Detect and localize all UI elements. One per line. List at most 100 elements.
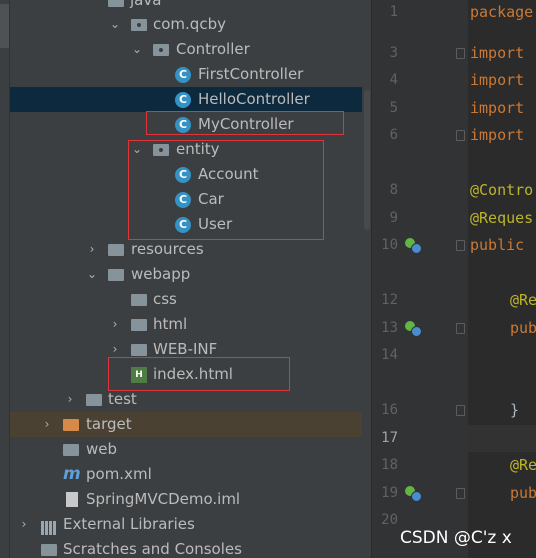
fold-marker-icon[interactable] <box>456 405 465 416</box>
folder-icon <box>131 344 147 356</box>
tree-row-package[interactable]: ⌄ com.qcby <box>10 12 371 37</box>
code-line: import <box>470 71 525 89</box>
module-file-icon <box>66 492 78 507</box>
watermark: CSDN @C'z x <box>400 528 512 548</box>
line-number: 9 <box>389 210 398 226</box>
tree-label: web <box>86 440 118 458</box>
library-icon <box>41 518 57 535</box>
annotation-box-mycontroller <box>146 111 344 135</box>
fold-marker-icon[interactable] <box>456 130 465 141</box>
line-number: 14 <box>381 347 398 363</box>
scratches-icon <box>41 544 57 556</box>
folder-icon <box>108 0 124 7</box>
tree-label: External Libraries <box>63 515 195 533</box>
tree-label: css <box>153 290 177 308</box>
tree-row-scratches[interactable]: Scratches and Consoles <box>10 537 371 558</box>
bean-gutter-icon[interactable] <box>405 485 422 502</box>
chevron-right-icon[interactable]: › <box>109 312 121 337</box>
annotation-box-index-html <box>108 357 290 391</box>
scrollbar-thumb[interactable] <box>364 90 370 230</box>
chevron-right-icon[interactable]: › <box>86 237 98 262</box>
line-number: 19 <box>381 485 398 501</box>
folder-icon <box>108 269 124 281</box>
tree-label: html <box>153 315 188 333</box>
folder-icon <box>63 444 79 456</box>
line-number: 8 <box>389 182 398 198</box>
line-number: 18 <box>381 457 398 473</box>
project-tab[interactable] <box>0 4 9 48</box>
tree-label: HelloController <box>198 90 310 108</box>
code-line: import <box>470 99 525 117</box>
tree-row-controller-folder[interactable]: ⌄ Controller <box>10 37 371 62</box>
tree-row-web[interactable]: web <box>10 437 371 462</box>
folder-icon <box>131 294 147 306</box>
tree-label: pom.xml <box>86 465 152 483</box>
project-tree: ⌄ java ⌄ com.qcby ⌄ Controller C FirstCo… <box>10 0 371 558</box>
tree-row-webapp[interactable]: ⌄ webapp <box>10 262 371 287</box>
tree-label: resources <box>131 240 204 258</box>
tree-label: SpringMVCDemo.iml <box>86 490 241 508</box>
code-line: @Reques <box>470 209 534 227</box>
tree-row-resources[interactable]: › resources <box>10 237 371 262</box>
package-icon <box>131 19 147 31</box>
code-line: package <box>470 3 534 21</box>
annotation-box-entity <box>128 140 324 240</box>
bean-gutter-icon[interactable] <box>405 320 422 337</box>
chevron-down-icon[interactable]: ⌄ <box>131 37 143 62</box>
folder-icon <box>86 394 102 406</box>
code-line: import <box>470 44 525 62</box>
resources-folder-icon <box>108 244 124 256</box>
tree-label: com.qcby <box>153 15 226 33</box>
class-icon: C <box>175 92 191 108</box>
code-line: pub <box>510 319 536 337</box>
code-line: } <box>510 401 520 419</box>
line-number: 13 <box>381 320 398 336</box>
excluded-folder-icon <box>63 419 79 431</box>
tree-row-first-controller[interactable]: C FirstController <box>10 62 371 87</box>
chevron-right-icon[interactable]: › <box>64 387 76 412</box>
fold-marker-icon[interactable] <box>456 240 465 251</box>
tool-window-strip <box>0 0 10 558</box>
fold-marker-icon[interactable] <box>456 323 465 334</box>
tree-label: Controller <box>176 40 250 58</box>
tree-row-iml[interactable]: SpringMVCDemo.iml <box>10 487 371 512</box>
code-line: @Re <box>510 456 536 474</box>
chevron-down-icon[interactable]: ⌄ <box>109 12 121 37</box>
chevron-right-icon[interactable]: › <box>18 512 30 537</box>
line-number: 1 <box>389 4 398 20</box>
line-number: 10 <box>381 237 398 253</box>
fold-marker-icon[interactable] <box>456 48 465 59</box>
tree-row-hello-controller[interactable]: C HelloController <box>10 87 371 112</box>
code-line: import <box>470 126 525 144</box>
line-number: 5 <box>389 100 398 116</box>
code-line: public <box>470 236 525 254</box>
tree-row-pom[interactable]: m pom.xml <box>10 462 371 487</box>
line-number-current: 17 <box>381 430 398 446</box>
package-icon <box>153 44 169 56</box>
line-number: 4 <box>389 72 398 88</box>
bean-gutter-icon[interactable] <box>405 237 422 254</box>
tree-label: target <box>86 415 132 433</box>
tree-label: FirstController <box>198 65 304 83</box>
code-line: @Contro <box>470 181 534 199</box>
folder-icon <box>131 319 147 331</box>
line-number: 20 <box>381 512 398 528</box>
tree-row-html[interactable]: › html <box>10 312 371 337</box>
tree-label: webapp <box>131 265 191 283</box>
current-line-highlight <box>468 425 536 452</box>
class-icon: C <box>175 67 191 83</box>
tree-label: Scratches and Consoles <box>63 540 242 558</box>
line-number: 6 <box>389 127 398 143</box>
line-number: 12 <box>381 292 398 308</box>
tree-scrollbar[interactable] <box>362 0 371 558</box>
line-number: 16 <box>381 402 398 418</box>
code-line: pub <box>510 484 536 502</box>
code-line: @Re <box>510 291 536 309</box>
tree-row-external-libraries[interactable]: › External Libraries <box>10 512 371 537</box>
tree-row-css[interactable]: css <box>10 287 371 312</box>
tree-row-target[interactable]: › target <box>10 412 371 437</box>
chevron-down-icon[interactable]: ⌄ <box>86 262 98 287</box>
chevron-right-icon[interactable]: › <box>41 412 53 437</box>
line-number: 3 <box>389 45 398 61</box>
fold-marker-icon[interactable] <box>456 488 465 499</box>
